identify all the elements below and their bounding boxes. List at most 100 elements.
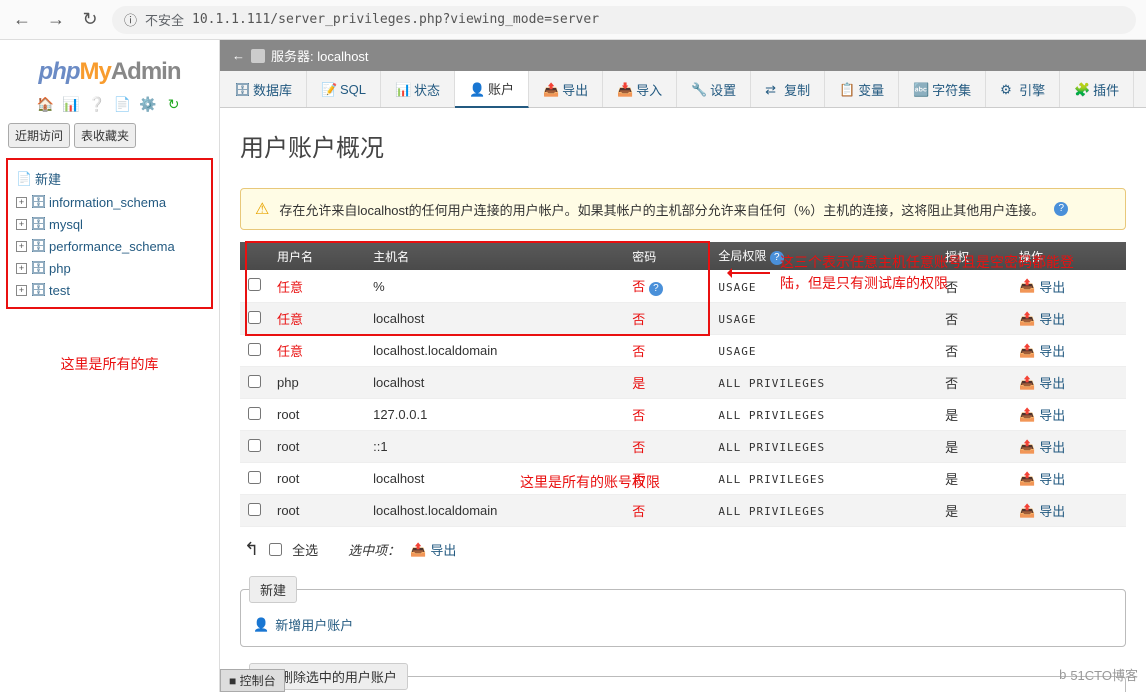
row-checkbox[interactable] (248, 343, 261, 356)
db-name: mysql (49, 217, 83, 232)
breadcrumb-label[interactable]: 服务器: localhost (271, 46, 369, 65)
cell-host: localhost (365, 367, 624, 399)
tab-plugins[interactable]: 🧩插件 (1060, 71, 1134, 107)
database-item[interactable]: +🗄performance_schema (12, 235, 207, 257)
plugins-icon: 🧩 (1074, 82, 1088, 96)
help-icon[interactable]: ? (1054, 202, 1068, 216)
page-title: 用户账户概况 (240, 128, 1126, 163)
recent-tab[interactable]: 近期访问 (8, 123, 70, 148)
tab-variables[interactable]: 📋变量 (825, 71, 899, 107)
col-password[interactable]: 密码 (624, 242, 710, 270)
table-row: 任意localhost否USAGE否📤 导出 (240, 303, 1126, 335)
tab-replication[interactable]: ⇄复制 (751, 71, 825, 107)
cell-privileges: ALL PRIVILEGES (710, 367, 937, 399)
info-icon: ⓘ (124, 10, 137, 29)
add-user-link[interactable]: 👤 新增用户账户 (253, 615, 353, 634)
row-checkbox[interactable] (248, 503, 261, 516)
sidebar-toolbar: 🏠 📊 ❔ 📄 ⚙️ ↻ (0, 91, 219, 119)
row-checkbox[interactable] (248, 278, 261, 291)
table-row: root127.0.0.1否ALL PRIVILEGES是📤 导出 (240, 399, 1126, 431)
reload-button[interactable]: ↻ (78, 8, 102, 32)
cell-user: root (269, 431, 365, 463)
row-export[interactable]: 📤 导出 (1019, 469, 1065, 488)
database-item[interactable]: +🗄mysql (12, 213, 207, 235)
main-content: ← 服务器: localhost 🗄数据库 📝SQL 📊状态 👤账户 📤导出 📥… (220, 40, 1146, 692)
tab-charsets[interactable]: 🔤字符集 (899, 71, 986, 107)
with-selected-label: 选中项： (348, 540, 400, 559)
cell-host: 127.0.0.1 (365, 399, 624, 431)
row-export[interactable]: 📤 导出 (1019, 501, 1065, 520)
db-icon: 🗄 (30, 194, 46, 210)
new-user-section: 新建 👤 新增用户账户 (240, 576, 1126, 647)
database-item[interactable]: +🗄information_schema (12, 191, 207, 213)
logo[interactable]: phpMyAdmin (0, 48, 219, 91)
tab-databases[interactable]: 🗄数据库 (220, 71, 307, 107)
expand-icon[interactable]: + (16, 263, 27, 274)
table-row: phplocalhost是ALL PRIVILEGES否📤 导出 (240, 367, 1126, 399)
row-export[interactable]: 📤 导出 (1019, 341, 1065, 360)
docs-icon[interactable]: ❔ (88, 96, 106, 114)
row-export[interactable]: 📤 导出 (1019, 405, 1065, 424)
cell-privileges: ALL PRIVILEGES (710, 399, 937, 431)
watermark: b 51CTO博客 (1059, 665, 1138, 684)
row-checkbox[interactable] (248, 375, 261, 388)
row-export[interactable]: 📤 导出 (1019, 309, 1065, 328)
status-icon: 📊 (395, 82, 409, 96)
row-export[interactable]: 📤 导出 (1019, 373, 1065, 392)
warning-notice: ⚠ 存在允许来自localhost的任何用户连接的用户帐户。如果其帐户的主机部分… (240, 188, 1126, 230)
db-icon: 🗄 (30, 216, 46, 232)
sidebar-annotation: 这里是所有的库 (0, 354, 219, 374)
tab-export[interactable]: 📤导出 (529, 71, 603, 107)
engines-icon: ⚙ (1000, 82, 1014, 96)
tab-engines[interactable]: ⚙引擎 (986, 71, 1060, 107)
favorites-tab[interactable]: 表收藏夹 (74, 123, 136, 148)
database-icon: 🗄 (234, 82, 248, 96)
select-arrow-icon: ↱ (244, 539, 259, 560)
forward-button[interactable]: → (44, 8, 68, 32)
cell-privileges: USAGE (710, 335, 937, 367)
warning-icon: ⚠ (255, 199, 269, 219)
reload-icon[interactable]: ↻ (165, 96, 183, 114)
home-icon[interactable]: 🏠 (36, 96, 54, 114)
check-all-label[interactable]: 全选 (292, 540, 318, 559)
row-checkbox[interactable] (248, 471, 261, 484)
database-item[interactable]: +🗄php (12, 257, 207, 279)
tab-accounts[interactable]: 👤账户 (455, 71, 529, 108)
row-export[interactable]: 📤 导出 (1019, 437, 1065, 456)
tab-import[interactable]: 📥导入 (603, 71, 677, 107)
col-host[interactable]: 主机名 (365, 242, 624, 270)
address-bar[interactable]: ⓘ 不安全 10.1.1.111/server_privileges.php?v… (112, 6, 1136, 34)
row-checkbox[interactable] (248, 439, 261, 452)
expand-icon[interactable]: + (16, 241, 27, 252)
expand-icon[interactable]: + (16, 285, 27, 296)
expand-icon[interactable]: + (16, 197, 27, 208)
cell-host: localhost (365, 303, 624, 335)
console-toggle[interactable]: ■ 控制台 (220, 669, 285, 692)
back-button[interactable]: ← (10, 8, 34, 32)
settings-icon[interactable]: ⚙️ (139, 96, 157, 114)
tab-status[interactable]: 📊状态 (381, 71, 455, 107)
cell-user: root (269, 463, 365, 495)
help-icon[interactable]: ? (649, 282, 663, 296)
row-checkbox[interactable] (248, 407, 261, 420)
row-checkbox[interactable] (248, 311, 261, 324)
export-icon: 📤 (1019, 439, 1035, 455)
browser-toolbar: ← → ↻ ⓘ 不安全 10.1.1.111/server_privileges… (0, 0, 1146, 40)
cell-privileges: ALL PRIVILEGES (710, 431, 937, 463)
expand-icon[interactable]: + (16, 219, 27, 230)
sql-icon[interactable]: 📄 (113, 96, 131, 114)
database-item[interactable]: +🗄test (12, 279, 207, 301)
logout-icon[interactable]: 📊 (62, 96, 80, 114)
collapse-icon[interactable]: ← (232, 48, 245, 63)
tab-sql[interactable]: 📝SQL (307, 71, 381, 107)
check-all-checkbox[interactable] (269, 543, 282, 556)
new-database[interactable]: 📄新建 (12, 166, 207, 191)
export-icon: 📤 (1019, 311, 1035, 327)
add-user-icon: 👤 (253, 617, 269, 633)
export-icon: 📤 (1019, 471, 1035, 487)
export-selected[interactable]: 📤导出 (410, 540, 456, 559)
annotation-1: 这三个表示任意主机任意账号且是空密码都能登陆，但是只有测试库的权限 (780, 252, 1100, 294)
tab-settings[interactable]: 🔧设置 (677, 71, 751, 107)
cell-password: 否 (624, 399, 710, 431)
col-user[interactable]: 用户名 (269, 242, 365, 270)
